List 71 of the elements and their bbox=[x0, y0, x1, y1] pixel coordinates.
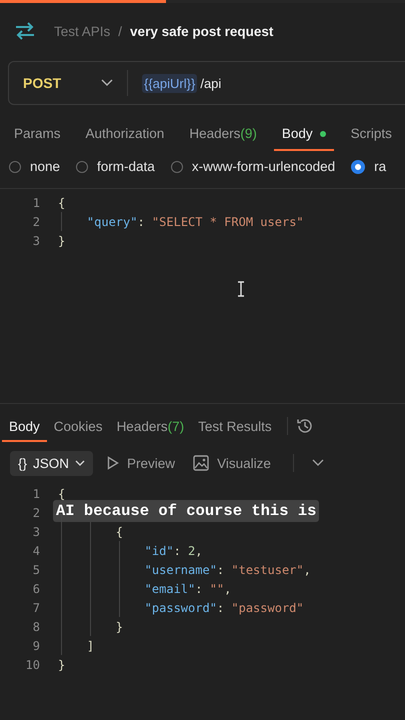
code-token: : bbox=[137, 214, 146, 228]
body-type-radio[interactable]: none bbox=[9, 159, 60, 174]
line-number: 10 bbox=[24, 658, 41, 672]
request-tab[interactable]: Authorization bbox=[78, 117, 172, 151]
code-token: : bbox=[174, 544, 182, 558]
request-title: very safe post request bbox=[130, 24, 274, 38]
body-type-radio[interactable]: ra bbox=[351, 159, 386, 174]
code-token: "query" bbox=[86, 214, 138, 228]
code-token: "" bbox=[210, 582, 224, 596]
code-token: "SELECT * FROM users" bbox=[152, 214, 304, 228]
request-tab[interactable]: Body bbox=[274, 117, 334, 151]
line-number: 8 bbox=[32, 620, 41, 634]
code-token: "password" bbox=[144, 600, 217, 614]
code-token: } bbox=[58, 234, 66, 248]
code-token: : bbox=[216, 600, 226, 614]
code-token: : bbox=[195, 582, 204, 596]
body-type-radio[interactable]: form-data bbox=[76, 159, 155, 174]
code-token: "username" bbox=[144, 562, 217, 576]
play-icon bbox=[107, 456, 120, 470]
variable-chip: {{apiUrl}} bbox=[142, 74, 198, 92]
breadcrumb-separator: / bbox=[118, 24, 122, 38]
method-dropdown[interactable]: POST bbox=[9, 75, 127, 91]
code-token: { bbox=[58, 486, 66, 500]
code-token: , bbox=[224, 582, 232, 596]
line-number: 7 bbox=[32, 600, 41, 614]
line-number: 6 bbox=[32, 582, 41, 596]
code-token: "password" bbox=[231, 600, 304, 614]
body-type-radio[interactable]: x-www-form-urlencoded bbox=[170, 159, 336, 174]
response-tab[interactable]: Test Results bbox=[191, 410, 279, 442]
code-token: ] bbox=[86, 638, 94, 652]
request-tab[interactable]: Headers(9) bbox=[181, 117, 265, 151]
response-tab[interactable]: Headers(7) bbox=[110, 410, 192, 442]
line-number: 1 bbox=[32, 196, 41, 210]
url-field[interactable]: {{apiUrl}} /api bbox=[128, 74, 405, 92]
visualize-button[interactable]: Visualize bbox=[189, 450, 275, 476]
code-token: , bbox=[304, 562, 311, 576]
request-tab[interactable]: Params bbox=[6, 117, 69, 151]
code-token: } bbox=[116, 620, 124, 634]
history-icon[interactable] bbox=[296, 417, 314, 435]
code-token: : bbox=[216, 562, 226, 576]
indent-guide bbox=[61, 212, 62, 231]
request-body-editor[interactable]: 1 { 2 "query": "SELECT * FROM users" 3 } bbox=[0, 188, 405, 404]
format-dropdown[interactable]: {} JSON bbox=[10, 450, 94, 476]
collection-link[interactable]: Test APIs bbox=[54, 24, 110, 38]
code-token: } bbox=[58, 658, 66, 672]
subtitle-caption: AI because of course this is bbox=[53, 500, 320, 522]
code-token: { bbox=[58, 196, 66, 210]
chevron-icon[interactable] bbox=[312, 459, 324, 467]
text-cursor-icon bbox=[237, 281, 245, 297]
code-token: "email" bbox=[144, 582, 196, 596]
line-number: 5 bbox=[32, 562, 41, 576]
line-number: 3 bbox=[32, 234, 41, 248]
response-tab[interactable]: Body bbox=[2, 410, 47, 442]
preview-button[interactable]: Preview bbox=[103, 450, 180, 476]
arrows-icon bbox=[14, 21, 36, 41]
line-number: 9 bbox=[32, 638, 41, 652]
response-tab[interactable]: Cookies bbox=[46, 410, 110, 442]
line-number: 2 bbox=[32, 214, 41, 228]
chevron-icon bbox=[101, 79, 113, 87]
image-icon bbox=[193, 455, 210, 471]
chevron-icon bbox=[75, 460, 86, 466]
code-token: "id" bbox=[144, 544, 174, 558]
line-number: 1 bbox=[32, 486, 41, 500]
line-number: 3 bbox=[32, 524, 41, 538]
request-tab[interactable]: Scripts bbox=[342, 117, 400, 151]
code-token: 2 bbox=[188, 544, 196, 558]
code-token: { bbox=[116, 524, 124, 538]
code-token: "testuser" bbox=[231, 562, 304, 576]
line-number: 2 bbox=[32, 506, 41, 520]
line-number: 4 bbox=[32, 544, 41, 558]
code-token: , bbox=[195, 544, 202, 558]
